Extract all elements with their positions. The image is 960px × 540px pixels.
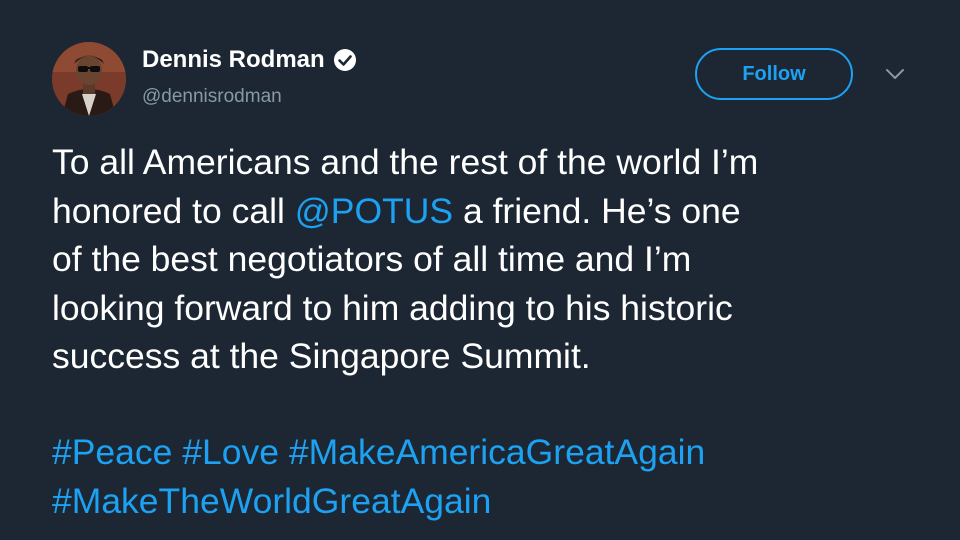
tweet-text-line: To all Americans and the rest of the wor… — [52, 142, 759, 182]
hashtag-link-make-the-world-great-again[interactable]: #MakeTheWorldGreatAgain — [52, 481, 491, 521]
tweet-text-line: honored to call @POTUS a friend. He’s on… — [52, 187, 932, 236]
mention-link-potus[interactable]: @POTUS — [295, 191, 453, 231]
tweet-text-line: success at the Singapore Summit. — [52, 336, 591, 376]
tweet-text: To all Americans and the rest of the wor… — [52, 138, 932, 381]
tweet-text-segment: a friend. He’s one — [453, 190, 741, 231]
follow-button[interactable]: Follow — [695, 48, 853, 100]
name-row: Dennis Rodman — [142, 44, 357, 76]
hashtag-line: #Peace #Love #MakeAmericaGreatAgain — [52, 428, 932, 477]
user-handle[interactable]: @dennisrodman — [142, 86, 282, 108]
hashtag-line: #MakeTheWorldGreatAgain — [52, 477, 932, 526]
display-name[interactable]: Dennis Rodman — [142, 46, 325, 74]
hashtags: #Peace #Love #MakeAmericaGreatAgain #Mak… — [52, 428, 932, 525]
avatar-image — [52, 42, 126, 116]
avatar[interactable] — [52, 42, 126, 116]
hashtag-link-love[interactable]: #Love — [182, 432, 279, 472]
tweet-text-segment: honored to call — [52, 190, 295, 231]
verified-badge-icon — [333, 48, 357, 72]
tweet-card: Dennis Rodman @dennisrodman Follow To al… — [0, 0, 960, 540]
chevron-down-icon[interactable] — [884, 66, 906, 82]
tweet-text-line: of the best negotiators of all time and … — [52, 239, 692, 279]
tweet-text-line: looking forward to him adding to his his… — [52, 287, 733, 328]
hashtag-link-peace[interactable]: #Peace — [52, 432, 172, 472]
hashtag-link-make-america-great-again[interactable]: #MakeAmericaGreatAgain — [289, 432, 705, 472]
